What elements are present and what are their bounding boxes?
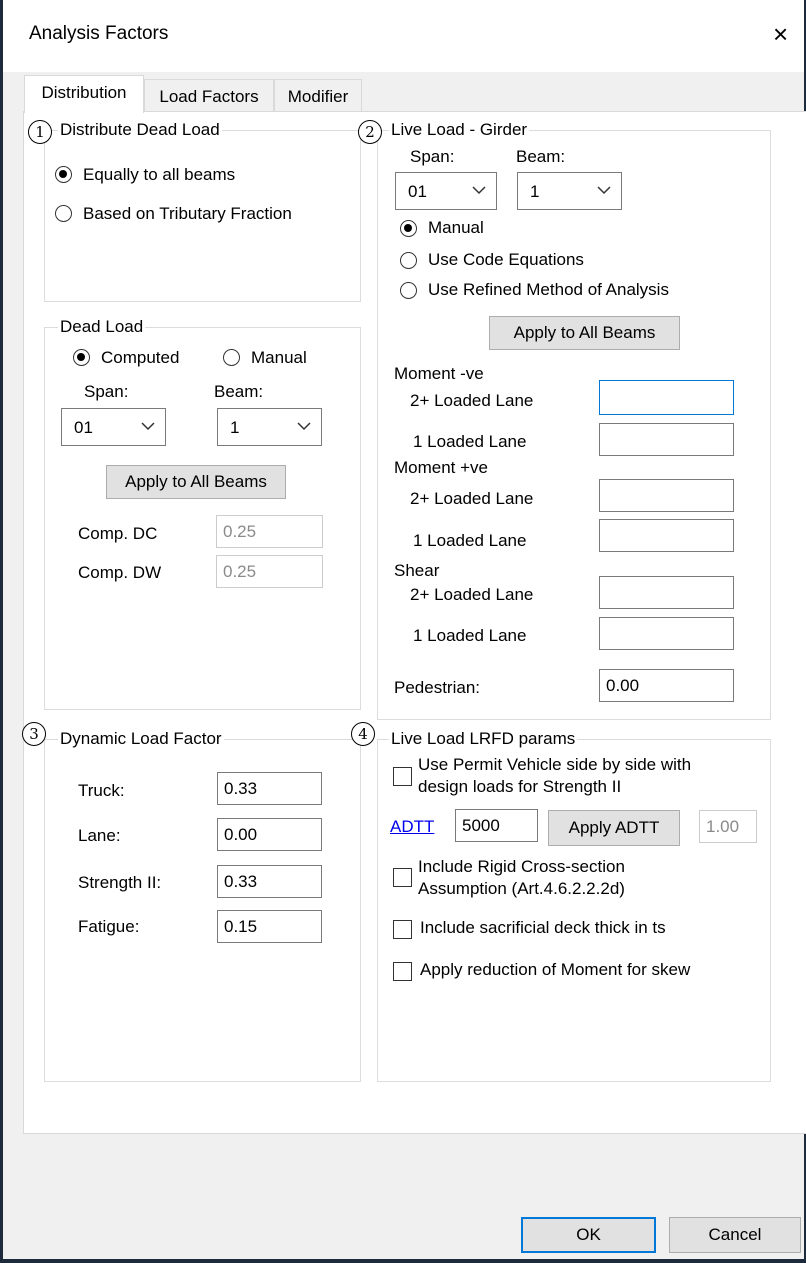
tributary-label: Based on Tributary Fraction — [83, 204, 292, 223]
moment-pos-label: Moment +ve — [394, 458, 489, 477]
distribute-dead-load-legend: Distribute Dead Load — [58, 120, 222, 140]
permit-vehicle-label-line1: Use Permit Vehicle side by side with — [418, 755, 692, 774]
close-icon[interactable]: × — [773, 14, 806, 54]
marker-4: 4 — [351, 722, 375, 746]
comp-dw-field[interactable]: 0.25 — [216, 555, 323, 588]
dead-load-legend: Dead Load — [58, 317, 146, 337]
title-bar: Analysis Factors × — [3, 0, 804, 72]
sacrificial-deck-label: Include sacrificial deck thick in ts — [420, 918, 666, 937]
dead-span-value: 01 — [74, 418, 93, 437]
refined-method-radio[interactable] — [400, 282, 417, 299]
marker-2: 2 — [358, 120, 382, 144]
fatigue-field[interactable]: 0.15 — [217, 910, 322, 943]
adtt-link[interactable]: ADTT — [390, 817, 434, 837]
live-span-select[interactable]: 01 — [395, 172, 497, 210]
shear-1-label: 1 Loaded Lane — [413, 626, 527, 645]
moment-pos-1-label: 1 Loaded Lane — [413, 531, 527, 550]
dead-apply-all-button[interactable]: Apply to All Beams — [106, 465, 286, 499]
moment-pos-2-label: 2+ Loaded Lane — [410, 489, 534, 508]
moment-pos-2-field[interactable] — [599, 479, 734, 512]
live-span-label: Span: — [410, 147, 455, 166]
rigid-label-line1: Include Rigid Cross-section — [418, 857, 625, 876]
computed-label: Computed — [101, 348, 180, 367]
live-manual-radio[interactable] — [400, 220, 417, 237]
moment-neg-label: Moment -ve — [394, 364, 484, 383]
dead-beam-select[interactable]: 1 — [217, 408, 322, 446]
adtt-field[interactable]: 5000 — [455, 809, 538, 842]
dead-span-label: Span: — [84, 382, 129, 401]
rigid-label-line2: Assumption (Art.4.6.2.2.2d) — [418, 879, 625, 898]
live-span-value: 01 — [408, 182, 427, 201]
pedestrian-label: Pedestrian: — [394, 678, 480, 697]
shear-2-field[interactable] — [599, 576, 734, 609]
skew-reduction-label: Apply reduction of Moment for skew — [420, 960, 691, 979]
chevron-down-icon — [472, 186, 486, 195]
cancel-button[interactable]: Cancel — [669, 1217, 801, 1253]
manual-radio[interactable] — [223, 349, 240, 366]
code-equations-label: Use Code Equations — [428, 250, 584, 269]
marker-3: 3 — [22, 722, 46, 746]
chevron-down-icon — [141, 422, 155, 431]
shear-1-field[interactable] — [599, 617, 734, 650]
comp-dc-label: Comp. DC — [78, 524, 158, 543]
skew-reduction-checkbox[interactable] — [393, 962, 412, 981]
lrfd-params-legend: Live Load LRFD params — [389, 729, 578, 749]
tab-modifier[interactable]: Modifier — [274, 79, 362, 113]
lane-field[interactable]: 0.00 — [217, 818, 322, 851]
moment-pos-1-field[interactable] — [599, 519, 734, 552]
rigid-cross-section-checkbox[interactable] — [393, 868, 412, 887]
marker-1: 1 — [28, 120, 52, 144]
chevron-down-icon — [597, 186, 611, 195]
truck-field[interactable]: 0.33 — [217, 772, 322, 805]
strength-label: Strength II: — [78, 873, 162, 892]
ok-button[interactable]: OK — [521, 1217, 656, 1253]
live-apply-all-button[interactable]: Apply to All Beams — [489, 316, 680, 350]
chevron-down-icon — [297, 422, 311, 431]
comp-dw-label: Comp. DW — [78, 563, 162, 582]
manual-label: Manual — [251, 348, 307, 367]
lane-label: Lane: — [78, 826, 121, 845]
moment-neg-2-field[interactable] — [599, 380, 734, 415]
dead-span-select[interactable]: 01 — [61, 408, 166, 446]
moment-neg-1-field[interactable] — [599, 423, 734, 456]
apply-adtt-button[interactable]: Apply ADTT — [548, 810, 680, 846]
shear-label: Shear — [394, 561, 440, 580]
tab-distribution[interactable]: Distribution — [24, 75, 144, 113]
comp-dc-field[interactable]: 0.25 — [216, 515, 323, 548]
shear-2-label: 2+ Loaded Lane — [410, 585, 534, 604]
live-load-girder-legend: Live Load - Girder — [389, 120, 530, 140]
live-beam-label: Beam: — [516, 147, 566, 166]
refined-method-label: Use Refined Method of Analysis — [428, 280, 669, 299]
equally-label: Equally to all beams — [83, 165, 236, 184]
truck-label: Truck: — [78, 781, 125, 800]
tributary-radio[interactable] — [55, 205, 72, 222]
tab-load-factors[interactable]: Load Factors — [144, 79, 274, 113]
computed-radio[interactable] — [73, 349, 90, 366]
sacrificial-deck-checkbox[interactable] — [393, 920, 412, 939]
permit-vehicle-checkbox[interactable] — [393, 767, 412, 786]
moment-neg-1-label: 1 Loaded Lane — [413, 432, 527, 451]
live-manual-label: Manual — [428, 218, 484, 237]
live-beam-select[interactable]: 1 — [517, 172, 622, 210]
strength-field[interactable]: 0.33 — [217, 865, 322, 898]
adtt-factor-field[interactable]: 1.00 — [699, 810, 757, 843]
equally-radio[interactable] — [55, 166, 72, 183]
permit-vehicle-label-line2: design loads for Strength II — [418, 777, 622, 796]
dead-beam-label: Beam: — [214, 382, 264, 401]
fatigue-label: Fatigue: — [78, 917, 140, 936]
moment-neg-2-label: 2+ Loaded Lane — [410, 391, 534, 410]
window-title: Analysis Factors — [29, 23, 169, 44]
dynamic-load-factor-legend: Dynamic Load Factor — [58, 729, 224, 749]
code-equations-radio[interactable] — [400, 252, 417, 269]
dead-beam-value: 1 — [230, 418, 240, 437]
live-beam-value: 1 — [530, 182, 540, 201]
pedestrian-field[interactable]: 0.00 — [599, 669, 734, 702]
